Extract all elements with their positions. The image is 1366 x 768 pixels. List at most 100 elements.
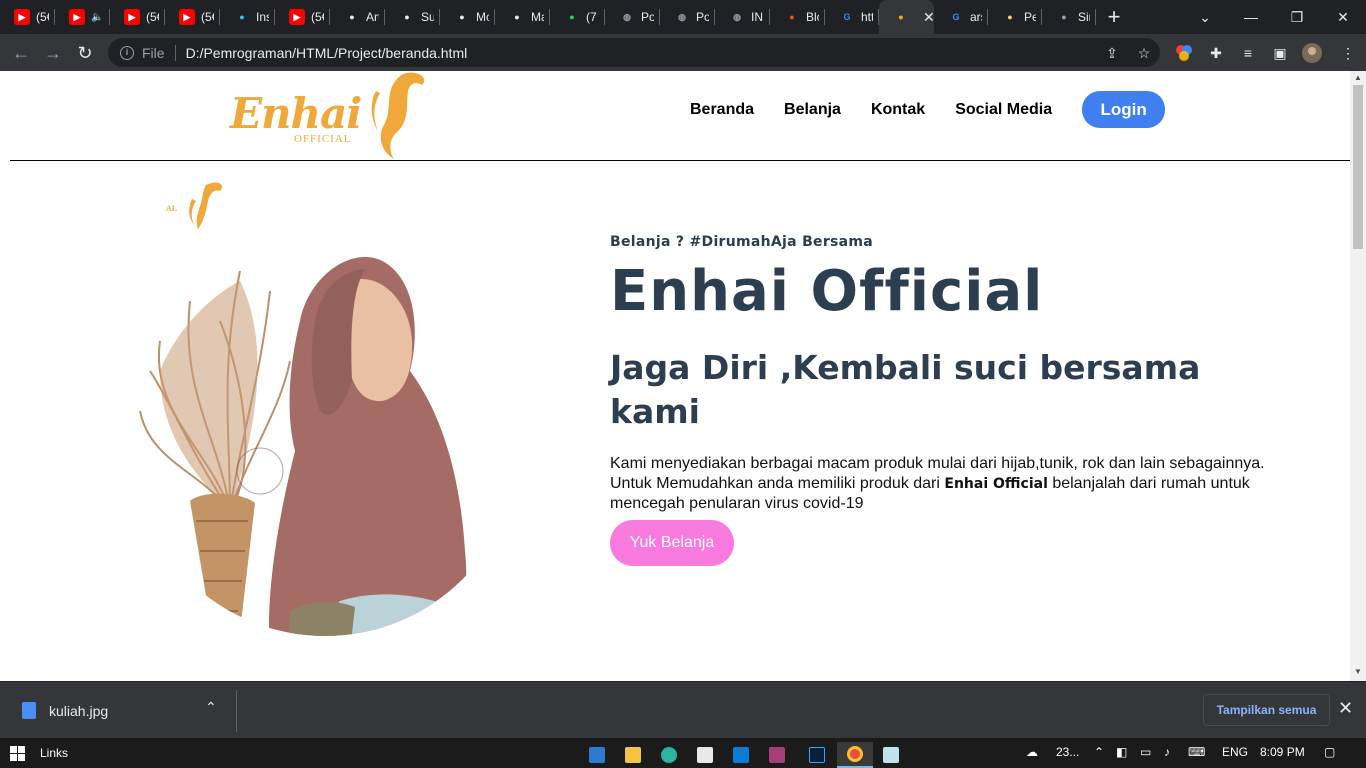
browser-tab[interactable]: ● Ins <box>220 0 275 34</box>
nav-kontak[interactable]: Kontak <box>871 101 925 119</box>
browser-tab[interactable]: ● Sin <box>1042 0 1096 34</box>
tab-title: htt <box>861 10 873 24</box>
side-panel-icon[interactable]: ▣ <box>1270 43 1290 63</box>
info-icon[interactable]: i <box>120 45 134 60</box>
weather-temp[interactable]: 23... <box>1056 745 1079 759</box>
hero-motto: Jaga Diri ,Kembali suci bersama kami <box>610 348 1201 431</box>
scrollbar-thumb[interactable] <box>1353 85 1363 249</box>
media-controls-icon[interactable]: ≡ <box>1238 43 1258 63</box>
photoshop-icon[interactable] <box>799 742 835 768</box>
tab-title: (5€ <box>36 10 49 24</box>
image-file-icon <box>22 702 36 719</box>
browser-tab[interactable]: ● (7 <box>550 0 605 34</box>
remote-desktop-icon[interactable] <box>873 742 909 768</box>
globe-icon: ◍ <box>678 11 686 22</box>
audio-playing-icon[interactable]: 🔈 <box>91 12 103 23</box>
tray-chevron-up-icon[interactable]: ⌃ <box>1094 745 1104 759</box>
page-scrollbar[interactable]: ▲ ▼ <box>1350 71 1366 681</box>
nav-belanja[interactable]: Belanja <box>784 101 841 119</box>
links-toolbar[interactable]: Links <box>40 746 68 760</box>
youtube-icon: ▶ <box>14 9 30 25</box>
logo-text: Enhai <box>230 89 362 138</box>
address-url[interactable]: D:/Pemrograman/HTML/Project/beranda.html <box>186 45 468 61</box>
tab-title: Mc <box>476 10 489 24</box>
chrome-taskbar-icon[interactable] <box>837 742 873 768</box>
windows-start-icon[interactable] <box>10 746 25 761</box>
browser-tab[interactable]: ● Mc <box>440 0 495 34</box>
show-all-downloads-button[interactable]: Tampilkan semua <box>1203 694 1330 726</box>
tab-title: Sin <box>1078 10 1090 24</box>
language-indicator[interactable]: ENG <box>1222 745 1248 759</box>
tab-list: ▶(5€▶🔈▶(5€▶(5€●Ins▶(5€●Art●Sul●Mc●Ma●(7◍… <box>0 0 1096 34</box>
browser-tab[interactable]: ▶ (5€ <box>165 0 220 34</box>
close-shelf-icon[interactable]: ✕ <box>1338 698 1353 719</box>
browser-tab[interactable]: Ghtt <box>825 0 879 34</box>
network-icon[interactable]: ▭ <box>1140 745 1151 759</box>
main-nav: Beranda Belanja Kontak Social Media Logi… <box>690 91 1166 128</box>
browser-tab[interactable]: ● Sul <box>385 0 440 34</box>
browser-tab[interactable]: ● ✕ <box>879 0 934 34</box>
browser-tab[interactable]: ▶ (5€ <box>275 0 330 34</box>
share-icon[interactable]: ⇪ <box>1102 43 1122 63</box>
person-icon: ● <box>1061 12 1067 22</box>
browser-tab[interactable]: ● Ma <box>495 0 550 34</box>
site-logo[interactable]: Enhai OFFICIAL <box>230 71 430 161</box>
browser-tab[interactable]: ● Pe <box>988 0 1042 34</box>
new-tab-button[interactable]: + <box>1096 0 1132 34</box>
nav-social-media[interactable]: Social Media <box>955 101 1052 119</box>
vscode-icon[interactable] <box>723 742 759 768</box>
nav-beranda[interactable]: Beranda <box>690 101 754 119</box>
download-filename[interactable]: kuliah.jpg <box>49 703 108 719</box>
winrar-icon[interactable] <box>759 742 795 768</box>
menu-icon[interactable]: ⋮ <box>1338 43 1358 63</box>
tab-title: Pe <box>1024 10 1036 24</box>
meet-now-icon[interactable]: ◧ <box>1116 745 1127 759</box>
notification-icon[interactable]: ▢ <box>1324 745 1335 759</box>
bookmark-star-icon[interactable]: ☆ <box>1134 43 1154 63</box>
extensions-puzzle-icon[interactable]: ✚ <box>1206 43 1226 63</box>
gitbook-icon: ● <box>404 12 410 22</box>
profile-avatar[interactable] <box>1302 43 1322 63</box>
volume-icon[interactable]: ♪ <box>1164 745 1170 759</box>
extension-colorful-icon[interactable] <box>1174 43 1194 63</box>
scroll-up-icon[interactable]: ▲ <box>1354 73 1362 82</box>
address-bar[interactable]: i File D:/Pemrograman/HTML/Project/beran… <box>108 38 1160 67</box>
keyboard-icon[interactable]: ⌨ <box>1188 745 1205 759</box>
tab-title: Ma <box>531 10 544 24</box>
close-window-icon[interactable]: ✕ <box>1320 0 1366 34</box>
close-tab-icon[interactable]: ✕ <box>923 9 934 26</box>
restore-icon[interactable]: ❐ <box>1274 0 1320 34</box>
browser-tab[interactable]: ◍ IN <box>715 0 770 34</box>
browser-tab[interactable]: ▶ (5€ <box>0 0 55 34</box>
browser-tab[interactable]: Gars <box>934 0 988 34</box>
browser-tab[interactable]: ◍ Po <box>660 0 715 34</box>
edge-icon[interactable] <box>651 742 687 768</box>
store-icon[interactable] <box>687 742 723 768</box>
weather-icon[interactable]: ☁ <box>1026 745 1038 759</box>
mail-icon[interactable] <box>579 742 615 768</box>
browser-tab[interactable]: ● Blc <box>770 0 825 34</box>
windows-taskbar: Links ☁ 23... ⌃ ◧ ▭ ♪ ⌨ ENG 8:09 PM ▢ <box>0 738 1366 768</box>
browser-tab[interactable]: ▶ (5€ <box>110 0 165 34</box>
back-icon[interactable]: ← <box>8 40 34 66</box>
shelf-divider <box>236 690 237 732</box>
gitbook-icon: ● <box>349 12 355 22</box>
shop-now-button[interactable]: Yuk Belanja <box>610 520 734 566</box>
forward-icon[interactable]: → <box>40 40 66 66</box>
museum-icon: ● <box>514 12 520 22</box>
browser-tab[interactable]: ▶ 🔈 <box>55 0 110 34</box>
file-explorer-icon[interactable] <box>615 742 651 768</box>
tab-title: Po <box>696 10 709 24</box>
minimize-icon[interactable]: — <box>1228 0 1274 34</box>
google-icon: G <box>952 12 960 22</box>
reload-icon[interactable]: ↻ <box>72 40 98 66</box>
browser-tab[interactable]: ● Art <box>330 0 385 34</box>
clock[interactable]: 8:09 PM <box>1260 745 1305 759</box>
tab-search-icon[interactable]: ⌄ <box>1182 0 1228 34</box>
site-header: Enhai OFFICIAL Beranda Belanja Kontak So… <box>10 71 1350 161</box>
scroll-down-icon[interactable]: ▼ <box>1354 667 1362 676</box>
chevron-up-icon[interactable]: ⌃ <box>205 699 217 716</box>
browser-tab[interactable]: ◍ Po <box>605 0 660 34</box>
login-button[interactable]: Login <box>1082 91 1166 128</box>
logo-subtext: OFFICIAL <box>294 133 352 145</box>
